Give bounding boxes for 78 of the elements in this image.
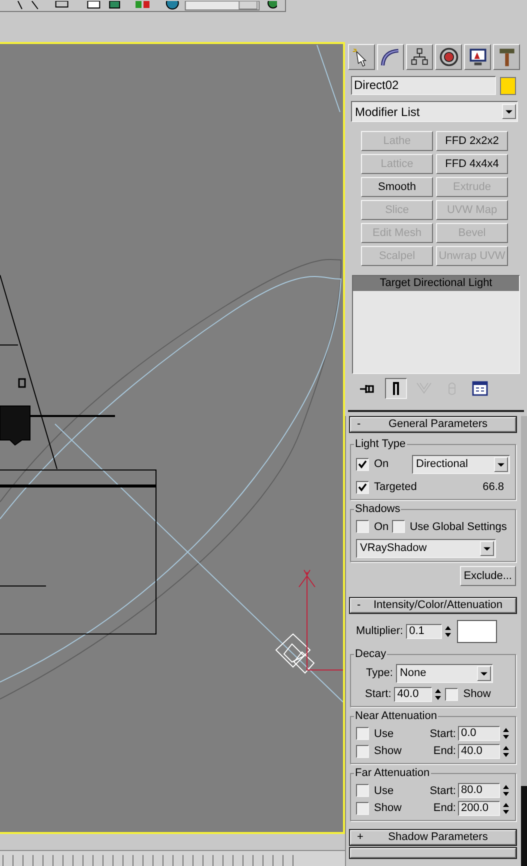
- command-panel-tab[interactable]: [377, 44, 404, 70]
- number-field[interactable]: 40.0: [458, 744, 500, 759]
- checkbox[interactable]: [356, 744, 369, 758]
- group-title: Far Attenuation: [354, 766, 431, 780]
- checkbox-label: Use: [374, 784, 394, 798]
- dropdown[interactable]: VRayShadow: [356, 539, 496, 558]
- exclude-button[interactable]: Exclude...: [460, 566, 516, 586]
- checkbox[interactable]: [356, 802, 369, 815]
- light-color-swatch[interactable]: [457, 620, 498, 643]
- checkbox-label: Show: [374, 801, 402, 816]
- command-panel-tab[interactable]: [348, 44, 375, 70]
- stack-tool-button[interactable]: [385, 378, 407, 399]
- hierarchy-tab-icon: [408, 46, 430, 68]
- command-panel-tab[interactable]: [435, 44, 462, 70]
- checkbox-label: Use: [374, 726, 394, 742]
- dropdown[interactable]: Directional: [412, 455, 510, 474]
- checkbox-label: Targeted: [374, 480, 417, 495]
- group-title: Decay: [354, 647, 388, 661]
- modify-tab-icon: [380, 46, 402, 68]
- checkbox[interactable]: [356, 458, 369, 471]
- checkbox-label: On: [374, 457, 389, 472]
- number-field[interactable]: 0.0: [458, 726, 500, 742]
- checkbox[interactable]: [445, 688, 458, 701]
- group-title: Near Attenuation: [354, 708, 438, 722]
- check-icon: [358, 482, 367, 492]
- scrollbar-track[interactable]: [521, 416, 527, 866]
- modifier-button[interactable]: Smooth: [361, 177, 433, 197]
- command-panel-tab[interactable]: [493, 44, 520, 70]
- dropdown[interactable]: None: [396, 664, 493, 683]
- checkbox[interactable]: [356, 727, 369, 740]
- field-label: End:: [433, 744, 456, 759]
- axis-tripod-icon: [298, 570, 343, 670]
- stack-item[interactable]: Target Directional Light: [353, 276, 519, 291]
- target-distance-value: 66.8: [482, 480, 504, 495]
- field-label: Start:: [430, 784, 456, 798]
- spinner-arrows-icon[interactable]: [502, 783, 510, 798]
- field-label: Start:: [430, 726, 456, 742]
- spinner-arrows-icon[interactable]: [434, 686, 442, 702]
- spinner-arrows-icon[interactable]: [502, 744, 510, 759]
- checkbox-label: On: [374, 520, 389, 534]
- number-field[interactable]: 0.1: [406, 624, 442, 639]
- object-color-swatch[interactable]: [500, 76, 516, 94]
- dropdown[interactable]: Modifier List: [351, 101, 518, 122]
- spinner-arrows-icon[interactable]: [444, 624, 452, 639]
- rollout-header[interactable]: - General Parameters: [350, 417, 516, 432]
- checkbox-label: Show: [463, 687, 491, 702]
- rollout-header[interactable]: + Shadow Parameters: [350, 830, 516, 844]
- checkbox[interactable]: [356, 784, 369, 798]
- group-title: Shadows: [354, 502, 402, 516]
- checkbox[interactable]: [356, 480, 369, 494]
- checkbox-label: Show: [374, 744, 402, 759]
- command-panel-tab[interactable]: [464, 44, 491, 70]
- spinner-arrows-icon[interactable]: [502, 726, 510, 742]
- spinner-arrows-icon[interactable]: [502, 800, 510, 816]
- modifier-button[interactable]: FFD 2x2x2: [436, 131, 508, 151]
- object-name-field[interactable]: Direct02: [351, 76, 496, 95]
- number-field[interactable]: 200.0: [458, 800, 500, 816]
- check-icon: [358, 460, 367, 469]
- motion-tab-icon: [438, 46, 460, 68]
- modifier-stack-list[interactable]: Target Directional Light: [352, 275, 520, 374]
- field-label: End:: [433, 801, 456, 816]
- command-panel-tab[interactable]: [406, 44, 433, 70]
- checkbox[interactable]: [356, 520, 369, 534]
- number-field[interactable]: 80.0: [458, 783, 500, 798]
- multiplier-label: Multiplier:: [356, 624, 404, 640]
- configure-icon: [471, 380, 489, 397]
- checkbox-label: Use Global Settings: [410, 520, 507, 534]
- time-slider-ticks-drawing[interactable]: [0, 850, 345, 866]
- rollout-header[interactable]: [350, 848, 516, 858]
- field-label: Type:: [366, 666, 393, 682]
- rollout-header[interactable]: - Intensity/Color/Attenuation: [350, 598, 516, 613]
- light-gizmo-icon[interactable]: [275, 633, 315, 674]
- field-label: Start:: [365, 687, 392, 702]
- scrollbar-thumb[interactable]: [521, 786, 527, 866]
- number-field[interactable]: 40.0: [394, 686, 432, 702]
- checkbox[interactable]: [392, 520, 405, 534]
- modifier-button[interactable]: FFD 4x4x4: [436, 154, 508, 174]
- group-title: Light Type: [354, 437, 407, 451]
